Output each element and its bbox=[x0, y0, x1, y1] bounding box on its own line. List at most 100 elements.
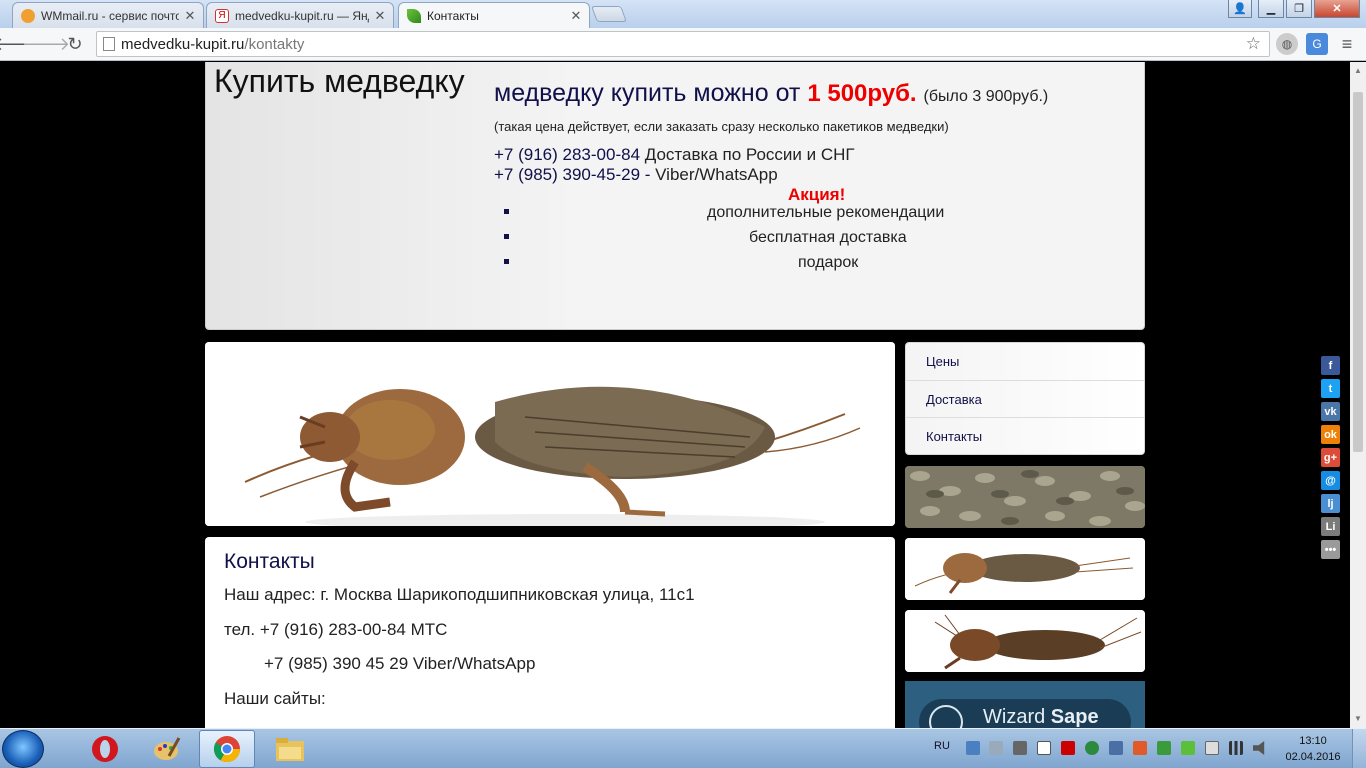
explorer-folder-icon[interactable] bbox=[262, 730, 318, 768]
bullet-item: дополнительные рекомендации bbox=[707, 204, 945, 221]
phone-text-2: +7 (985) 390 45 29 Viber/WhatsApp bbox=[264, 654, 536, 673]
system-clock[interactable]: 13:10 02.04.2016 bbox=[1280, 733, 1346, 765]
facebook-icon[interactable]: f bbox=[1321, 356, 1340, 375]
clock-date: 02.04.2016 bbox=[1285, 751, 1341, 763]
minimize-button[interactable]: ▁ bbox=[1258, 0, 1284, 18]
promo-old-price: (было 3 900руб.) bbox=[923, 88, 1049, 105]
globe-icon[interactable]: ◍ bbox=[1276, 33, 1298, 55]
vertical-scrollbar[interactable]: ▲ ▼ bbox=[1350, 62, 1366, 728]
clipboard-icon[interactable] bbox=[1205, 741, 1219, 755]
tab-kontakty[interactable]: Контакты ✕ bbox=[398, 2, 590, 28]
translate-icon[interactable]: G bbox=[1306, 33, 1328, 55]
clock-time: 13:10 bbox=[1299, 735, 1327, 747]
bullet-icon bbox=[504, 234, 509, 239]
vk-icon[interactable]: vk bbox=[1321, 402, 1340, 421]
wmmail-icon bbox=[21, 8, 35, 23]
paint-icon[interactable] bbox=[138, 730, 194, 768]
menu-item-contacts[interactable]: Контакты bbox=[906, 417, 1144, 454]
livejournal-icon[interactable]: lj bbox=[1321, 494, 1340, 513]
bullet-item: бесплатная доставка bbox=[749, 229, 907, 246]
language-indicator[interactable]: RU bbox=[934, 740, 950, 752]
mole-cricket-image bbox=[905, 610, 1145, 672]
security-icon[interactable] bbox=[1157, 741, 1171, 755]
larvae-image bbox=[905, 466, 1145, 528]
phone-text-1: тел. +7 (916) 283-00-84 МТС bbox=[224, 620, 448, 639]
flag-icon[interactable] bbox=[1037, 741, 1051, 755]
banner-brand: Wizard bbox=[983, 706, 1046, 728]
twitter-icon[interactable]: t bbox=[1321, 379, 1340, 398]
forward-icon[interactable]: 🡒 bbox=[22, 33, 70, 55]
larvae-thumbnail[interactable] bbox=[905, 466, 1145, 528]
scrollbar-thumb[interactable] bbox=[1353, 92, 1363, 452]
mail-icon[interactable]: @ bbox=[1321, 471, 1340, 490]
maximize-button[interactable]: ❐ bbox=[1286, 0, 1312, 18]
close-icon[interactable]: ✕ bbox=[183, 8, 197, 24]
user-icon[interactable]: 👤 bbox=[1228, 0, 1252, 18]
hero-image bbox=[205, 342, 895, 526]
promo-text: медведку купить можно от bbox=[494, 79, 801, 107]
tab-wmmail[interactable]: WMmail.ru - сервис почто ✕ bbox=[12, 2, 204, 28]
promo-heading: Акция! bbox=[788, 185, 846, 204]
banner-pill: Wizard Sape bbox=[919, 699, 1131, 728]
wifi-icon[interactable] bbox=[989, 741, 1003, 755]
close-icon[interactable]: ✕ bbox=[373, 8, 387, 24]
leaf-icon bbox=[407, 8, 421, 23]
antivirus-icon[interactable] bbox=[1085, 741, 1099, 755]
network-icon[interactable] bbox=[1013, 741, 1027, 755]
mole-cricket-thumbnail-2[interactable] bbox=[905, 610, 1145, 672]
show-desktop-button[interactable] bbox=[1352, 729, 1366, 768]
menu-item-prices[interactable]: Цены bbox=[906, 343, 1144, 380]
app-tray-icon[interactable] bbox=[1109, 741, 1123, 755]
phone-2-label: Viber/WhatsApp bbox=[655, 165, 778, 184]
reload-icon[interactable]: ↻ bbox=[64, 33, 86, 55]
close-icon[interactable]: ✕ bbox=[569, 8, 583, 24]
promo-price: 1 500руб. bbox=[807, 80, 917, 107]
phone-2: +7 (985) 390-45-29 - bbox=[494, 165, 651, 184]
scroll-up-icon[interactable]: ▲ bbox=[1354, 66, 1362, 75]
contacts-content: Контакты Наш адрес: г. Москва Шарикоподш… bbox=[205, 537, 895, 728]
more-icon[interactable]: ••• bbox=[1321, 540, 1340, 559]
tab-label: Контакты bbox=[427, 8, 479, 23]
bookmark-star-icon[interactable]: ☆ bbox=[1246, 34, 1261, 54]
mole-cricket-image bbox=[905, 538, 1145, 600]
menu-item-delivery[interactable]: Доставка bbox=[906, 380, 1144, 417]
price-note: (такая цена действует, если заказать сра… bbox=[494, 119, 949, 134]
site-header: Купить медведку медведку купить можно от… bbox=[205, 62, 1145, 330]
signal-icon[interactable] bbox=[1229, 741, 1243, 755]
tab-yandex[interactable]: Я medvedku-kupit.ru — Янд ✕ bbox=[206, 2, 394, 28]
tab-label: WMmail.ru - сервис почто bbox=[41, 8, 179, 23]
bullet-item: подарок bbox=[798, 254, 859, 271]
phone-line-2: +7 (985) 390-45-29 - Viber/WhatsApp bbox=[494, 165, 778, 185]
banner-text: Wizard Sape bbox=[983, 706, 1099, 728]
phone-1-label: Доставка по России и СНГ bbox=[644, 145, 855, 164]
wizard-sape-banner[interactable]: Wizard Sape bbox=[905, 681, 1145, 728]
new-tab-button[interactable] bbox=[591, 6, 627, 22]
window-close-button[interactable]: ✕ bbox=[1314, 0, 1360, 18]
mole-cricket-illustration bbox=[205, 342, 895, 526]
menu-icon[interactable]: ≡ bbox=[1336, 33, 1358, 55]
brain-icon bbox=[929, 705, 963, 728]
bullet-icon bbox=[504, 209, 509, 214]
bluetooth-icon[interactable] bbox=[966, 741, 980, 755]
update-icon[interactable] bbox=[1181, 741, 1195, 755]
url-host: medvedku-kupit.ru bbox=[121, 35, 245, 53]
address-bar[interactable]: medvedku-kupit.ru/kontakty ☆ bbox=[96, 31, 1270, 57]
site-logo[interactable]: Купить медведку bbox=[214, 63, 465, 100]
url-path: /kontakty bbox=[244, 35, 305, 53]
page-viewport: Купить медведку медведку купить можно от… bbox=[0, 62, 1350, 728]
start-button[interactable] bbox=[2, 730, 44, 768]
scroll-down-icon[interactable]: ▼ bbox=[1354, 714, 1362, 723]
yandex-icon: Я bbox=[215, 8, 229, 23]
sites-heading: Наши сайты: bbox=[224, 689, 326, 708]
odnoklassniki-icon[interactable]: ok bbox=[1321, 425, 1340, 444]
mole-cricket-thumbnail-1[interactable] bbox=[905, 538, 1145, 600]
liveinternet-icon[interactable]: Li bbox=[1321, 517, 1340, 536]
promo-line: медведку купить можно от 1 500руб. (было… bbox=[494, 79, 1048, 108]
windows-flag-icon[interactable] bbox=[1133, 741, 1147, 755]
opera-icon[interactable] bbox=[77, 730, 133, 768]
opera-tray-icon[interactable] bbox=[1061, 741, 1075, 755]
volume-icon[interactable] bbox=[1253, 741, 1265, 755]
chrome-icon[interactable] bbox=[199, 730, 255, 768]
google-plus-icon[interactable]: g+ bbox=[1321, 448, 1340, 467]
browser-toolbar: 🡐 🡒 ↻ medvedku-kupit.ru/kontakty ☆ ◍ G ≡ bbox=[0, 28, 1366, 61]
